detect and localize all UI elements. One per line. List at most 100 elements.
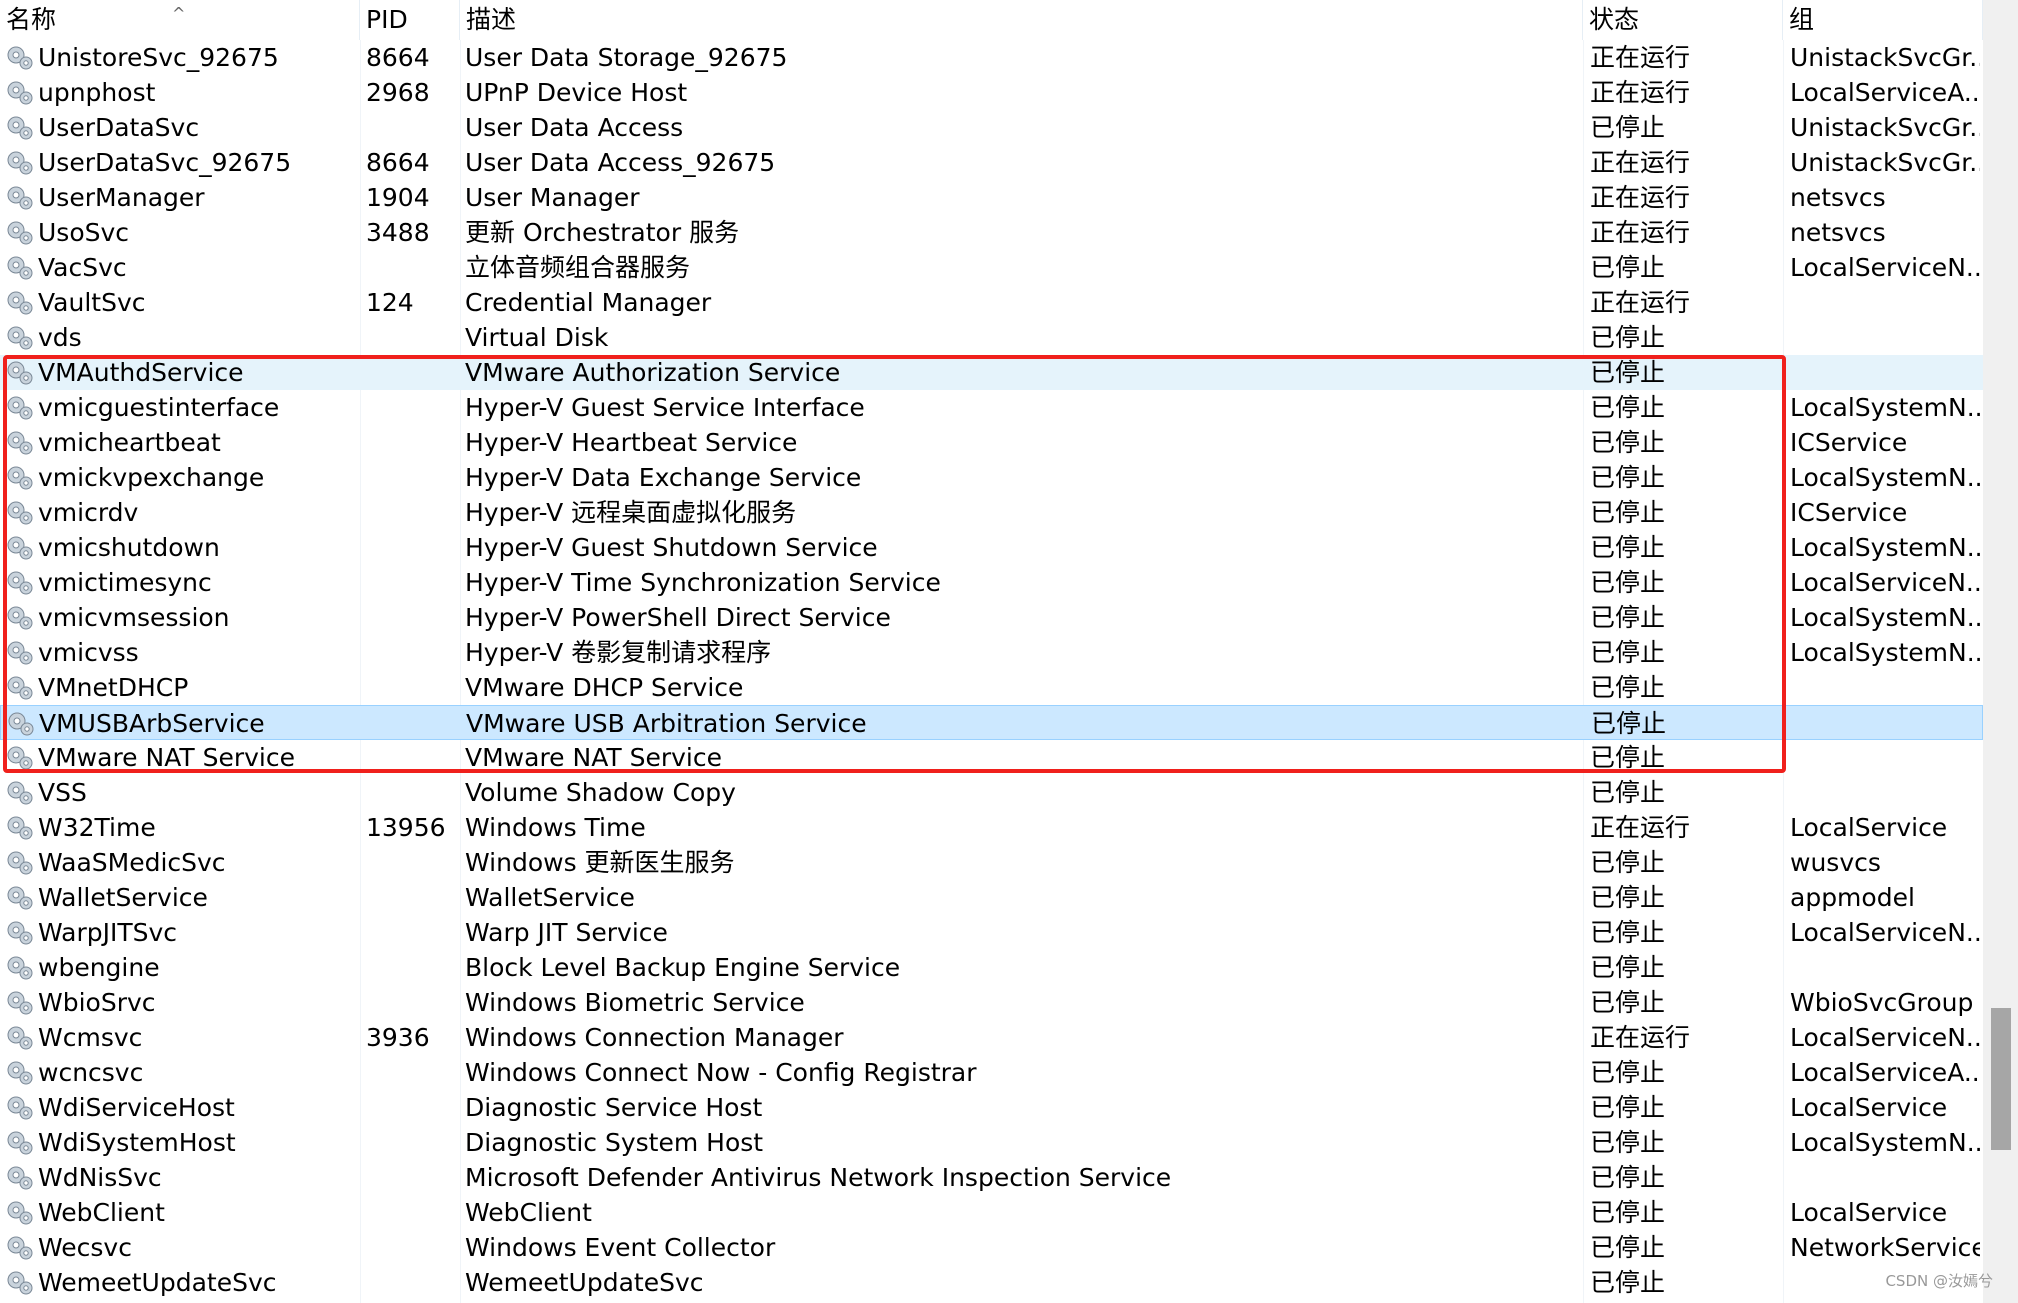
service-row[interactable]: wbengine Block Level Backup Engine Servic… [0, 950, 1983, 985]
service-description: Diagnostic System Host [465, 1128, 764, 1157]
service-row[interactable]: W32Time 13956 Windows Time 正在运行 LocalService [0, 810, 1983, 845]
service-status: 正在运行 [1590, 78, 1691, 107]
service-status: 正在运行 [1590, 183, 1691, 212]
service-group: ICService [1790, 428, 1908, 457]
service-row[interactable]: UserDataSvc User Data Access 已停止 UnistackSv… [0, 110, 1983, 145]
service-row[interactable]: VaultSvc 124 Credential Manager 正在运行 [0, 285, 1983, 320]
service-row[interactable]: UsoSvc 3488 更新 Orchestrator 服务 正在运行 netsvcs [0, 215, 1983, 250]
service-status: 已停止 [1590, 253, 1666, 282]
service-group [1790, 1160, 1980, 1195]
service-name: WdNisSvc [38, 1163, 162, 1192]
service-row[interactable]: WbioSrvc Windows Biometric Service 已停止 Wbio… [0, 985, 1983, 1020]
service-row[interactable]: vmicvss Hyper-V 卷影复制请求程序 已停止 LocalSystemN..… [0, 635, 1983, 670]
column-header-name[interactable]: 名称 ^ [0, 0, 360, 40]
service-row[interactable]: VSS Volume Shadow Copy 已停止 [0, 775, 1983, 810]
service-row[interactable]: WarpJITSvc Warp JIT Service 已停止 LocalServic… [0, 915, 1983, 950]
sort-ascending-icon: ^ [172, 4, 186, 23]
service-gear-icon [7, 1271, 33, 1295]
service-status: 已停止 [1590, 428, 1666, 457]
service-group: LocalServiceN... [1790, 918, 1980, 947]
service-row[interactable]: Wecsvc Windows Event Collector 已停止 NetworkS… [0, 1230, 1983, 1265]
column-header-status[interactable]: 状态 [1583, 0, 1783, 40]
service-status: 正在运行 [1590, 43, 1691, 72]
service-row[interactable]: WdiServiceHost Diagnostic Service Host 已停止… [0, 1090, 1983, 1125]
column-header-group[interactable]: 组 [1783, 0, 1983, 40]
service-pid [366, 740, 458, 775]
service-gear-icon [7, 536, 33, 560]
service-row[interactable]: vmicheartbeat Hyper-V Heartbeat Service 已停… [0, 425, 1983, 460]
service-pid [366, 915, 458, 950]
service-gear-icon [7, 676, 33, 700]
service-gear-icon [7, 151, 33, 175]
service-name: vmicvss [38, 638, 139, 667]
service-row[interactable]: vmicguestinterface Hyper-V Guest Service … [0, 390, 1983, 425]
service-pid: 3936 [366, 1023, 430, 1052]
service-row[interactable]: UnistoreSvc_92675 8664 User Data Storage_9… [0, 40, 1983, 75]
scrollbar-thumb[interactable] [1991, 1008, 2011, 1150]
service-description: Windows 更新医生服务 [465, 848, 735, 877]
service-name: UserDataSvc [38, 113, 200, 142]
service-row[interactable]: vmicvmsession Hyper-V PowerShell Direct S… [0, 600, 1983, 635]
service-row[interactable]: UserManager 1904 User Manager 正在运行 netsvcs [0, 180, 1983, 215]
service-pid [366, 320, 458, 355]
service-pid [366, 355, 458, 390]
service-row[interactable]: VMnetDHCP VMware DHCP Service 已停止 [0, 670, 1983, 705]
service-row[interactable]: vmickvpexchange Hyper-V Data Exchange Ser… [0, 460, 1983, 495]
service-group: WbioSvcGroup [1790, 988, 1974, 1017]
service-description: Block Level Backup Engine Service [465, 953, 901, 982]
service-gear-icon [7, 606, 33, 630]
service-row[interactable]: WemeetUpdateSvc WemeetUpdateSvc 已停止 [0, 1265, 1983, 1300]
service-description: WemeetUpdateSvc [465, 1268, 704, 1297]
service-group [1790, 775, 1980, 810]
service-row[interactable]: Wcmsvc 3936 Windows Connection Manager 正在运行… [0, 1020, 1983, 1055]
column-header-pid[interactable]: PID [360, 0, 460, 40]
service-row[interactable]: vmictimesync Hyper-V Time Synchronization… [0, 565, 1983, 600]
service-row[interactable]: VacSvc 立体音频组合器服务 已停止 LocalServiceN... [0, 250, 1983, 285]
service-gear-icon [7, 816, 33, 840]
column-header-description[interactable]: 描述 [460, 0, 1583, 40]
service-description: Volume Shadow Copy [465, 778, 736, 807]
service-group: LocalServiceA... [1790, 1058, 1980, 1087]
service-row[interactable]: vds Virtual Disk 已停止 [0, 320, 1983, 355]
service-gear-icon [7, 956, 33, 980]
service-row[interactable]: WdiSystemHost Diagnostic System Host 已停止 Lo… [0, 1125, 1983, 1160]
service-group [1790, 320, 1980, 355]
service-description: 立体音频组合器服务 [465, 253, 691, 282]
service-row[interactable]: upnphost 2968 UPnP Device Host 正在运行 LocalSer… [0, 75, 1983, 110]
service-row[interactable]: WebClient WebClient 已停止 LocalService [0, 1195, 1983, 1230]
service-gear-icon [7, 921, 33, 945]
service-pid [366, 845, 458, 880]
service-status: 正在运行 [1590, 288, 1691, 317]
service-row[interactable]: vmicrdv Hyper-V 远程桌面虚拟化服务 已停止 ICService [0, 495, 1983, 530]
service-name: vmicvmsession [38, 603, 230, 632]
service-name: vmicshutdown [38, 533, 220, 562]
vertical-scrollbar[interactable] [1983, 0, 2018, 1303]
service-description: VMware NAT Service [465, 743, 722, 772]
service-name: wbengine [38, 953, 160, 982]
service-group: ICService [1790, 498, 1908, 527]
service-row[interactable]: wcncsvc Windows Connect Now - Config Regi… [0, 1055, 1983, 1090]
service-group [1790, 355, 1980, 390]
service-row[interactable]: VMware NAT Service VMware NAT Service 已停止 [0, 740, 1983, 775]
service-pid [366, 880, 458, 915]
service-name: WarpJITSvc [38, 918, 178, 947]
service-row[interactable]: VMUSBArbService VMware USB Arbitration Se… [0, 705, 1983, 740]
service-gear-icon [7, 991, 33, 1015]
service-description: VMware USB Arbitration Service [466, 709, 867, 738]
service-group: LocalSystemN... [1790, 463, 1980, 492]
service-row[interactable]: vmicshutdown Hyper-V Guest Shutdown Servi… [0, 530, 1983, 565]
service-row[interactable]: WaaSMedicSvc Windows 更新医生服务 已停止 wusvcs [0, 845, 1983, 880]
service-row[interactable]: WdNisSvc Microsoft Defender Antivirus Net… [0, 1160, 1983, 1195]
service-description: Windows Time [465, 813, 646, 842]
service-gear-icon [7, 641, 33, 665]
service-status: 已停止 [1590, 1268, 1666, 1297]
service-group: wusvcs [1790, 848, 1881, 877]
service-name: Wcmsvc [38, 1023, 143, 1052]
service-row[interactable]: UserDataSvc_92675 8664 User Data Access_92… [0, 145, 1983, 180]
service-name: WebClient [38, 1198, 165, 1227]
service-gear-icon [8, 712, 34, 736]
service-row[interactable]: WalletService WalletService 已停止 appmodel [0, 880, 1983, 915]
service-row[interactable]: VMAuthdService VMware Authorization Servi… [0, 355, 1983, 390]
service-name: wcncsvc [38, 1058, 144, 1087]
service-pid [366, 1090, 458, 1125]
